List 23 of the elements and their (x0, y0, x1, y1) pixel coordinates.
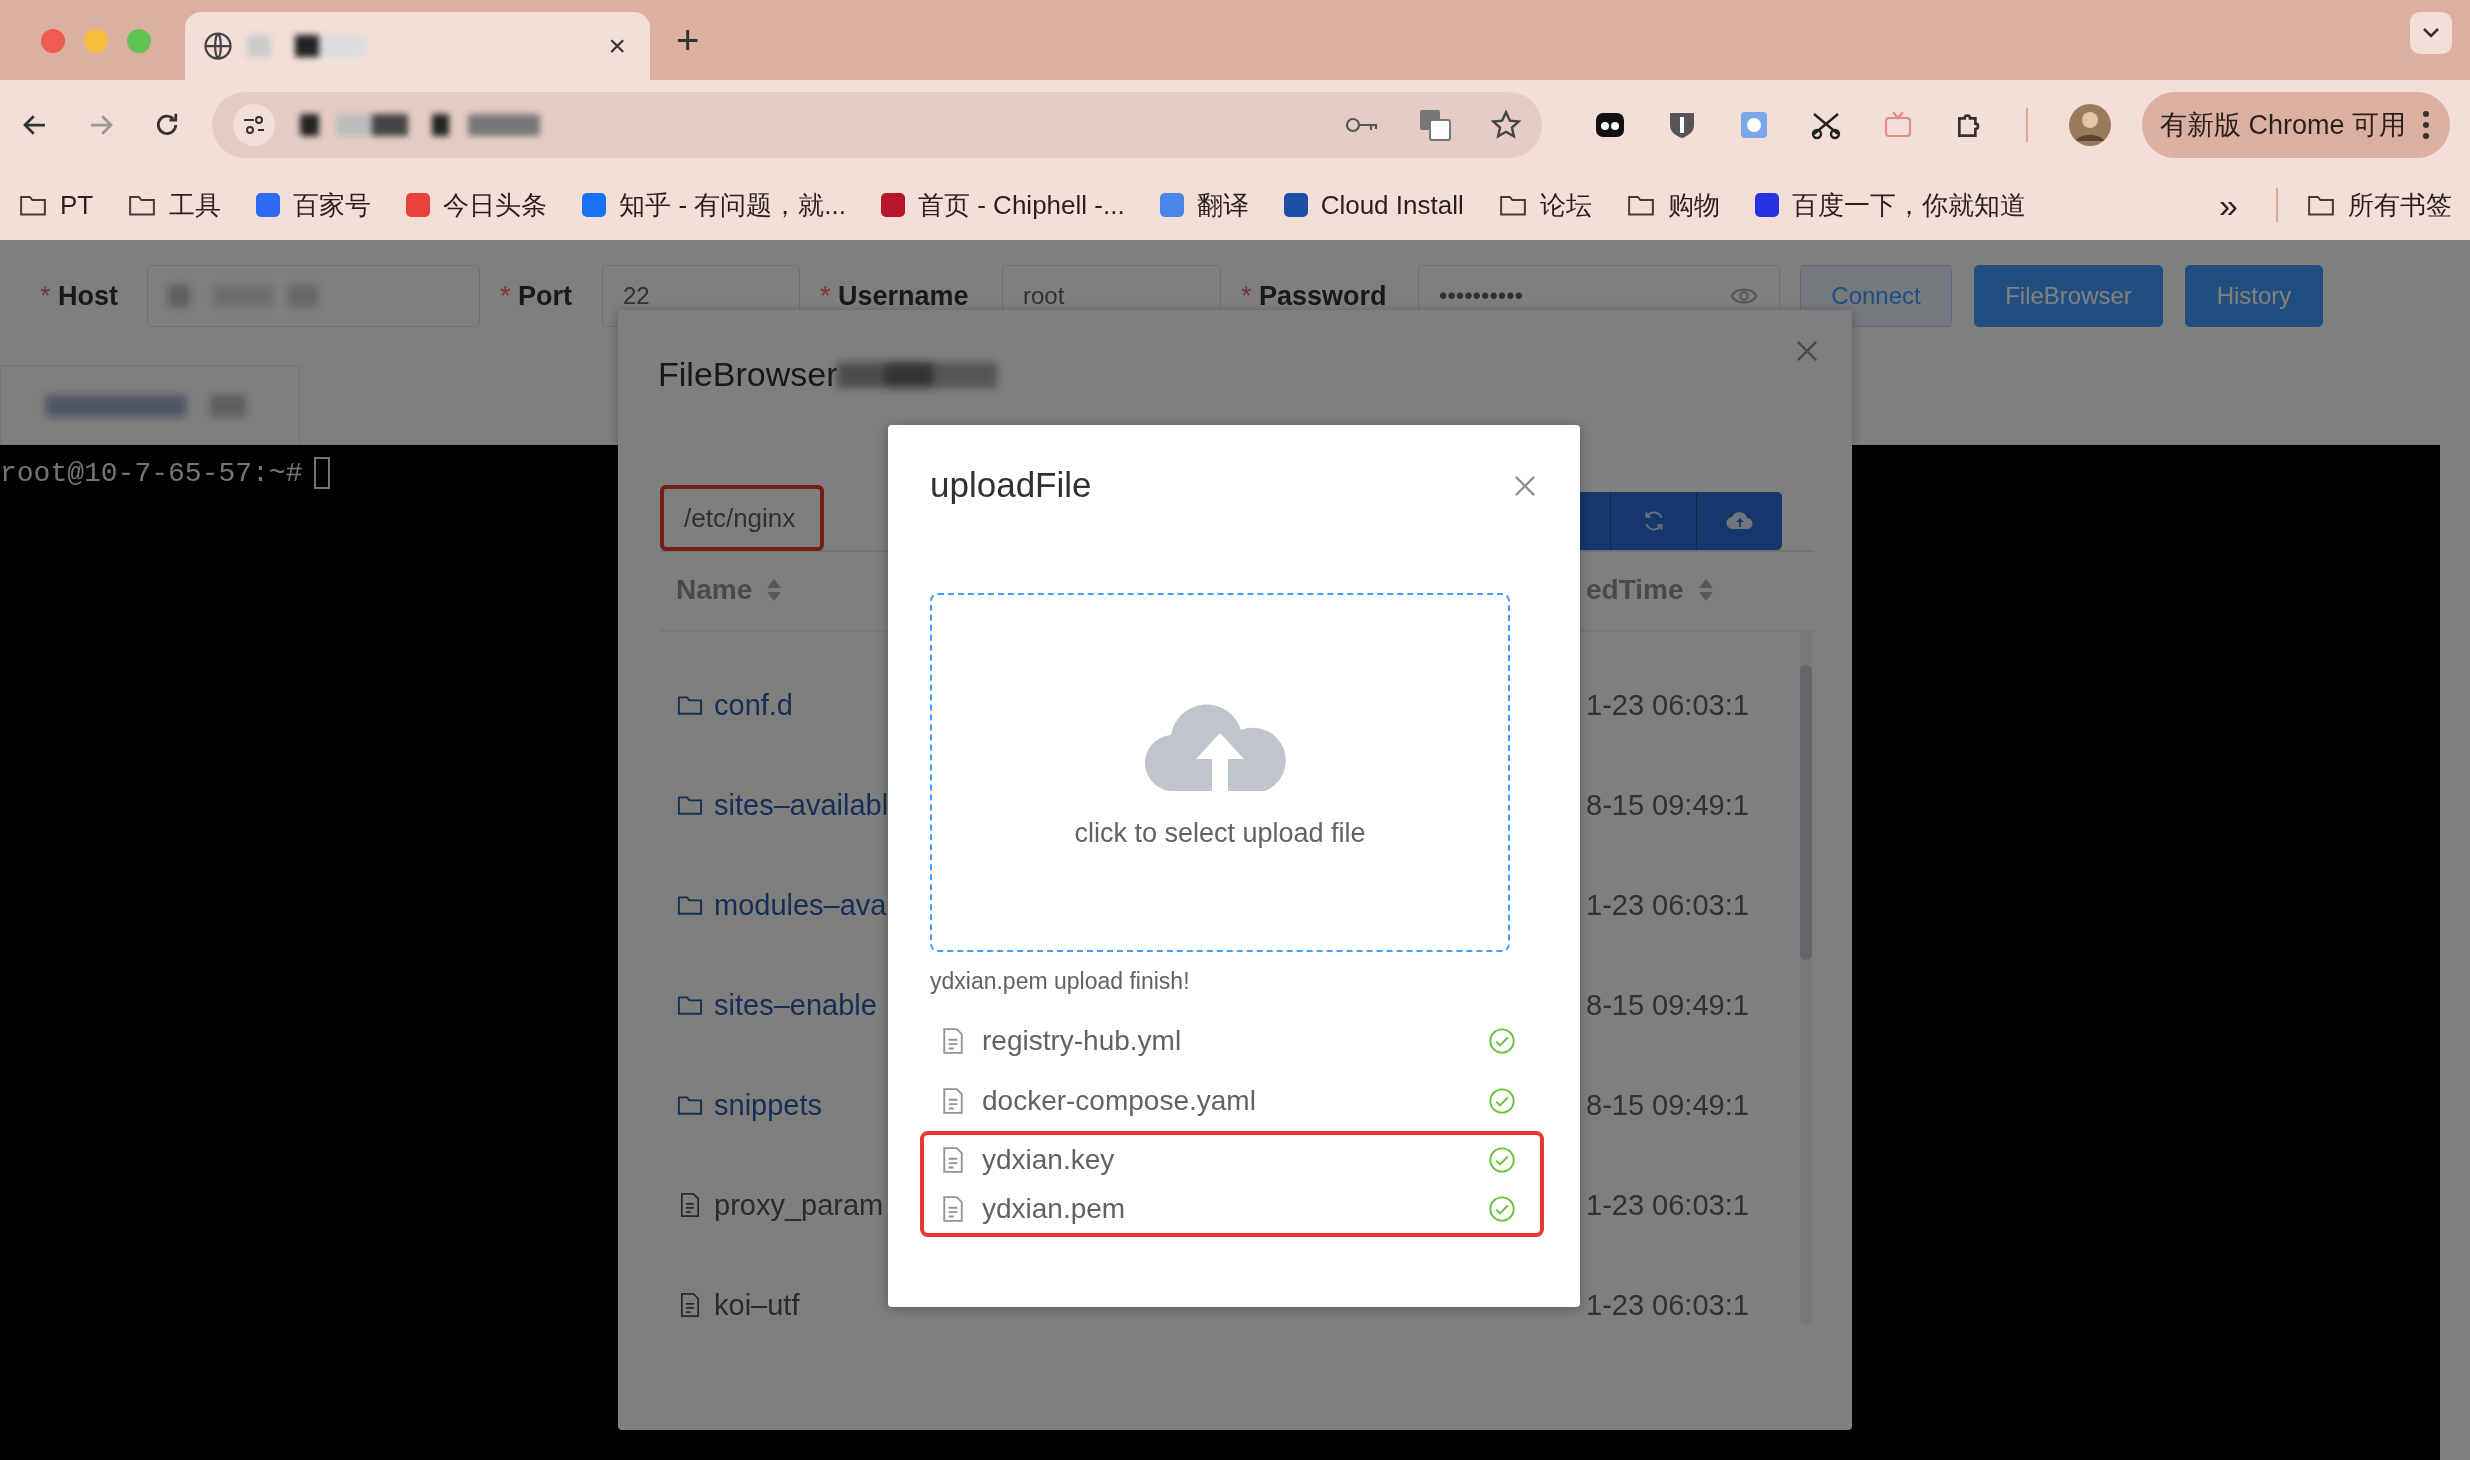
uploaded-file-item: ydxian.pem (924, 1184, 1540, 1233)
table-cell: 1-23 06:03:1 (1586, 688, 1749, 722)
dialog-title: FileBrowser (658, 355, 838, 394)
uploaded-file-item: docker-compose.yaml (924, 1071, 1540, 1131)
upload-status: ydxian.pem upload finish! (930, 968, 1190, 995)
file-name: koi–utf (676, 1288, 800, 1322)
table-cell: 1-23 06:03:1 (1586, 1288, 1749, 1322)
file-name: proxy_param (676, 1188, 884, 1222)
password-value: •••••••••• (1439, 282, 1524, 310)
table-cell: 8-15 09:49:1 (1586, 988, 1749, 1022)
uploaded-file-item: ydxian.key (924, 1135, 1540, 1184)
field-label: * Port (500, 280, 574, 312)
drop-hint: click to select upload file (1074, 818, 1366, 849)
field-label: * Username (820, 280, 970, 312)
field-label: * Password (1241, 280, 1388, 312)
field-label: * Host (40, 280, 119, 312)
table-cell: 1-23 06:03:1 (1586, 888, 1749, 922)
terminal-prompt: root@10-7-65-57:~# (0, 457, 303, 489)
table-cell: 1-23 06:03:1 (1586, 1188, 1749, 1222)
table-cell: 8-15 09:49:1 (1586, 788, 1749, 822)
table-cell: 8-15 09:49:1 (1586, 1088, 1749, 1122)
uploaded-file-item: registry-hub.yml (924, 1011, 1540, 1071)
dialog-title: uploadFile (930, 465, 1092, 505)
